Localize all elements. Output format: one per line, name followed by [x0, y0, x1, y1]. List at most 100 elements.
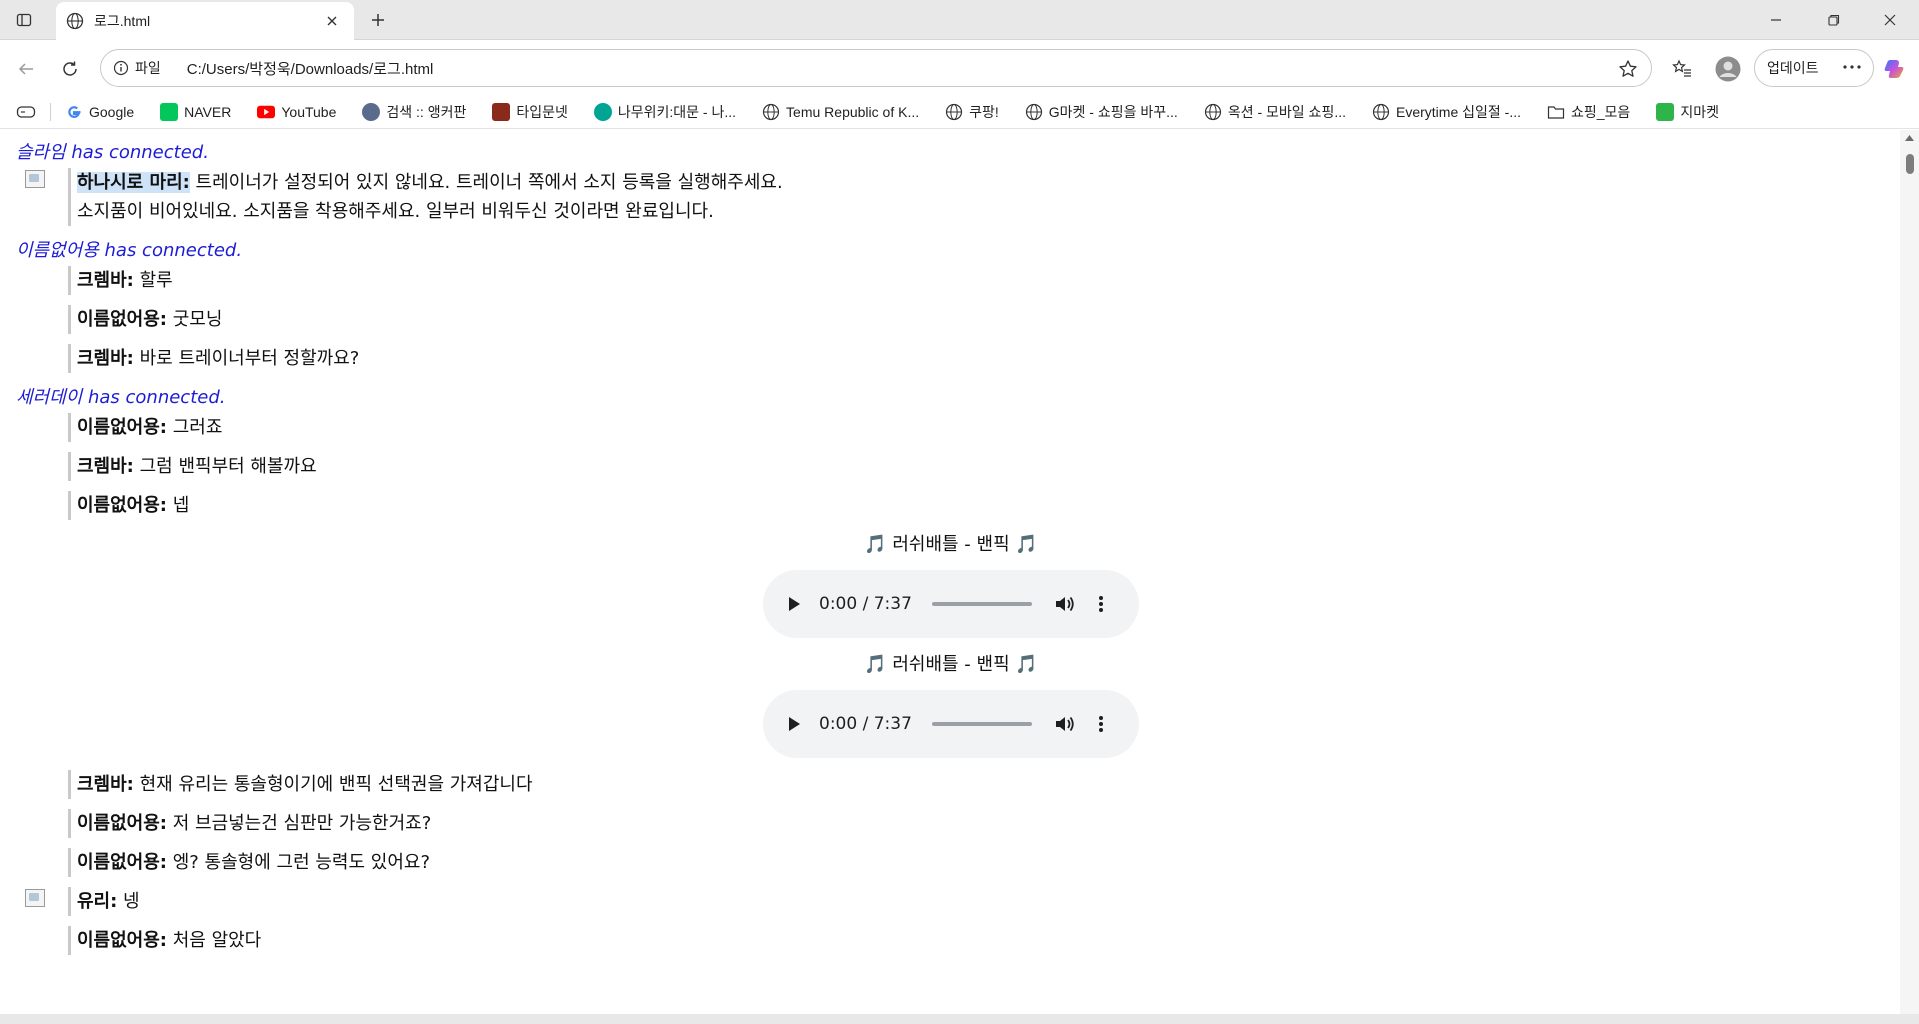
bookmark-label: Temu Republic of K...	[786, 103, 920, 120]
new-tab-button[interactable]	[362, 6, 394, 34]
playback-time: 0:00 / 7:37	[819, 714, 912, 734]
naver-icon	[160, 102, 179, 121]
copilot-button[interactable]	[1878, 53, 1910, 85]
bookmark-item[interactable]: YouTube	[251, 99, 342, 125]
bookmark-item[interactable]: 나무위키:대문 - 나...	[588, 99, 742, 125]
favorite-button[interactable]	[1615, 56, 1641, 82]
message-text: 넹	[117, 891, 140, 912]
page-viewport: 슬라임 has connected. 하나시로 마리: 트레이너가 설정되어 있…	[0, 130, 1900, 1014]
title-bar: 로그.html	[0, 0, 1919, 40]
globe-icon	[1025, 103, 1043, 121]
tab-actions-icon	[16, 13, 32, 27]
speaker-name: 크렘바:	[77, 270, 134, 291]
typemoon-icon	[492, 102, 511, 121]
update-button[interactable]: 업데이트	[1754, 49, 1874, 87]
bookmark-item[interactable]: 쿠팡!	[939, 99, 1005, 125]
minimize-icon	[1771, 19, 1781, 21]
message-text: 굿모닝	[167, 309, 223, 330]
speaker-name: 하나시로 마리:	[77, 172, 190, 193]
address-bar[interactable]: 파일 C:/Users/박정욱/Downloads/로그.html	[100, 49, 1652, 87]
speaker-name: 이름없어용:	[77, 417, 167, 438]
tab-active[interactable]: 로그.html	[56, 2, 354, 40]
bookmark-item[interactable]: Everytime 십일절 -...	[1366, 99, 1527, 125]
bookmark-item[interactable]: NAVER	[154, 99, 237, 125]
close-icon	[327, 16, 337, 26]
bookmark-label: NAVER	[184, 103, 232, 120]
bookmark-item[interactable]: 검색 :: 앵커판	[356, 99, 472, 125]
message-text: 현재 유리는 통솔형이기에 밴픽 선택권을 가져갑니다	[133, 774, 533, 795]
back-button[interactable]	[10, 53, 42, 85]
speaker-name: 유리:	[77, 891, 118, 912]
chat-message: 크렘바: 바로 트레이너부터 정할까요?	[68, 344, 1886, 373]
close-window-button[interactable]	[1862, 0, 1918, 40]
scroll-up-arrow-icon[interactable]	[1904, 134, 1915, 142]
audio-player[interactable]: 0:00 / 7:37	[763, 690, 1139, 758]
anchor-site-icon	[362, 102, 381, 121]
message-text: 그러죠	[167, 417, 223, 438]
broken-image-icon	[25, 170, 45, 188]
bookmark-item[interactable]: 타입문넷	[486, 99, 574, 125]
bookmark-item[interactable]: 지마켓	[1650, 99, 1725, 125]
globe-icon	[1204, 103, 1222, 121]
message-text: 넵	[167, 495, 190, 516]
player-more-button[interactable]	[1090, 591, 1112, 617]
info-icon[interactable]	[113, 60, 129, 76]
bookmarks-bar: Google NAVER YouTube 검색 :: 앵커판 타입문넷 나무위키:대문 -…	[0, 95, 1919, 129]
player-more-button[interactable]	[1090, 711, 1112, 737]
minimize-button[interactable]	[1748, 0, 1804, 40]
restore-button[interactable]	[1806, 0, 1862, 40]
seek-slider[interactable]	[931, 722, 1032, 726]
profile-button[interactable]	[1712, 53, 1744, 85]
chat-message: 크렘바: 할루	[68, 266, 1886, 295]
globe-icon	[945, 103, 963, 121]
more-menu-button[interactable]	[1841, 56, 1863, 81]
volume-icon	[1055, 716, 1074, 732]
plus-icon	[372, 14, 384, 26]
bgm-block: 🎵 러쉬배틀 - 밴픽 🎵 0:00 / 7:37	[16, 530, 1886, 650]
play-button[interactable]	[781, 591, 807, 617]
audio-player[interactable]: 0:00 / 7:37	[763, 570, 1139, 638]
chat-message: 이름없어용: 처음 알았다	[68, 926, 1886, 955]
url-text[interactable]: C:/Users/박정욱/Downloads/로그.html	[187, 58, 434, 79]
favorites-button[interactable]	[1666, 53, 1698, 85]
speaker-name: 이름없어용:	[77, 309, 167, 330]
window-bottom-edge	[0, 1014, 1919, 1024]
chat-message: 이름없어용: 굿모닝	[68, 305, 1886, 334]
scroll-thumb[interactable]	[1906, 154, 1914, 174]
chat-message: 이름없어용: 엥? 통솔형에 그런 능력도 있어요?	[68, 848, 1886, 877]
chat-message: 이름없어용: 저 브금넣는건 심판만 가능한거죠?	[68, 809, 1886, 838]
star-icon	[1619, 60, 1637, 77]
speaker-name: 이름없어용:	[77, 813, 167, 834]
volume-button[interactable]	[1052, 711, 1078, 737]
bookmark-label: 쿠팡!	[969, 103, 999, 120]
bookmark-item[interactable]: G마켓 - 쇼핑을 바꾸...	[1019, 99, 1184, 125]
seek-slider[interactable]	[931, 602, 1032, 606]
bookmark-label: 지마켓	[1680, 103, 1719, 120]
play-button[interactable]	[781, 711, 807, 737]
reload-icon	[63, 61, 77, 76]
bookmark-item[interactable]: 쇼핑_모음	[1541, 99, 1636, 125]
message-text: 바로 트레이너부터 정할까요?	[133, 348, 360, 369]
globe-icon	[66, 12, 84, 30]
more-vertical-icon	[1098, 716, 1103, 732]
bookmark-label: 쇼핑_모음	[1571, 103, 1631, 120]
message-text: 트레이너가 설정되어 있지 않네요. 트레이너 쪽에서 소지 등록을 실행해주세…	[189, 172, 783, 193]
message-text: 저 브금넣는건 심판만 가능한거죠?	[167, 813, 432, 834]
tab-close-button[interactable]	[320, 9, 344, 33]
youtube-icon	[257, 103, 276, 121]
collections-button[interactable]	[10, 99, 42, 125]
browser-toolbar: 파일 C:/Users/박정욱/Downloads/로그.html 업데이트	[0, 41, 1919, 95]
vertical-scrollbar[interactable]	[1900, 130, 1919, 1014]
tab-actions-button[interactable]	[8, 6, 40, 34]
tab-title: 로그.html	[94, 13, 151, 29]
bookmark-label: 타입문넷	[516, 103, 568, 120]
globe-icon	[1372, 103, 1390, 121]
volume-button[interactable]	[1052, 591, 1078, 617]
chat-message: 크렘바: 그럼 밴픽부터 해볼까요	[68, 452, 1886, 481]
bookmark-item[interactable]: Temu Republic of K...	[756, 99, 925, 125]
bookmark-item[interactable]: Google	[59, 99, 140, 125]
chat-message: 이름없어용: 넵	[68, 491, 1886, 520]
reload-button[interactable]	[54, 53, 86, 85]
play-icon	[789, 717, 800, 731]
bookmark-item[interactable]: 옥션 - 모바일 쇼핑...	[1198, 99, 1352, 125]
